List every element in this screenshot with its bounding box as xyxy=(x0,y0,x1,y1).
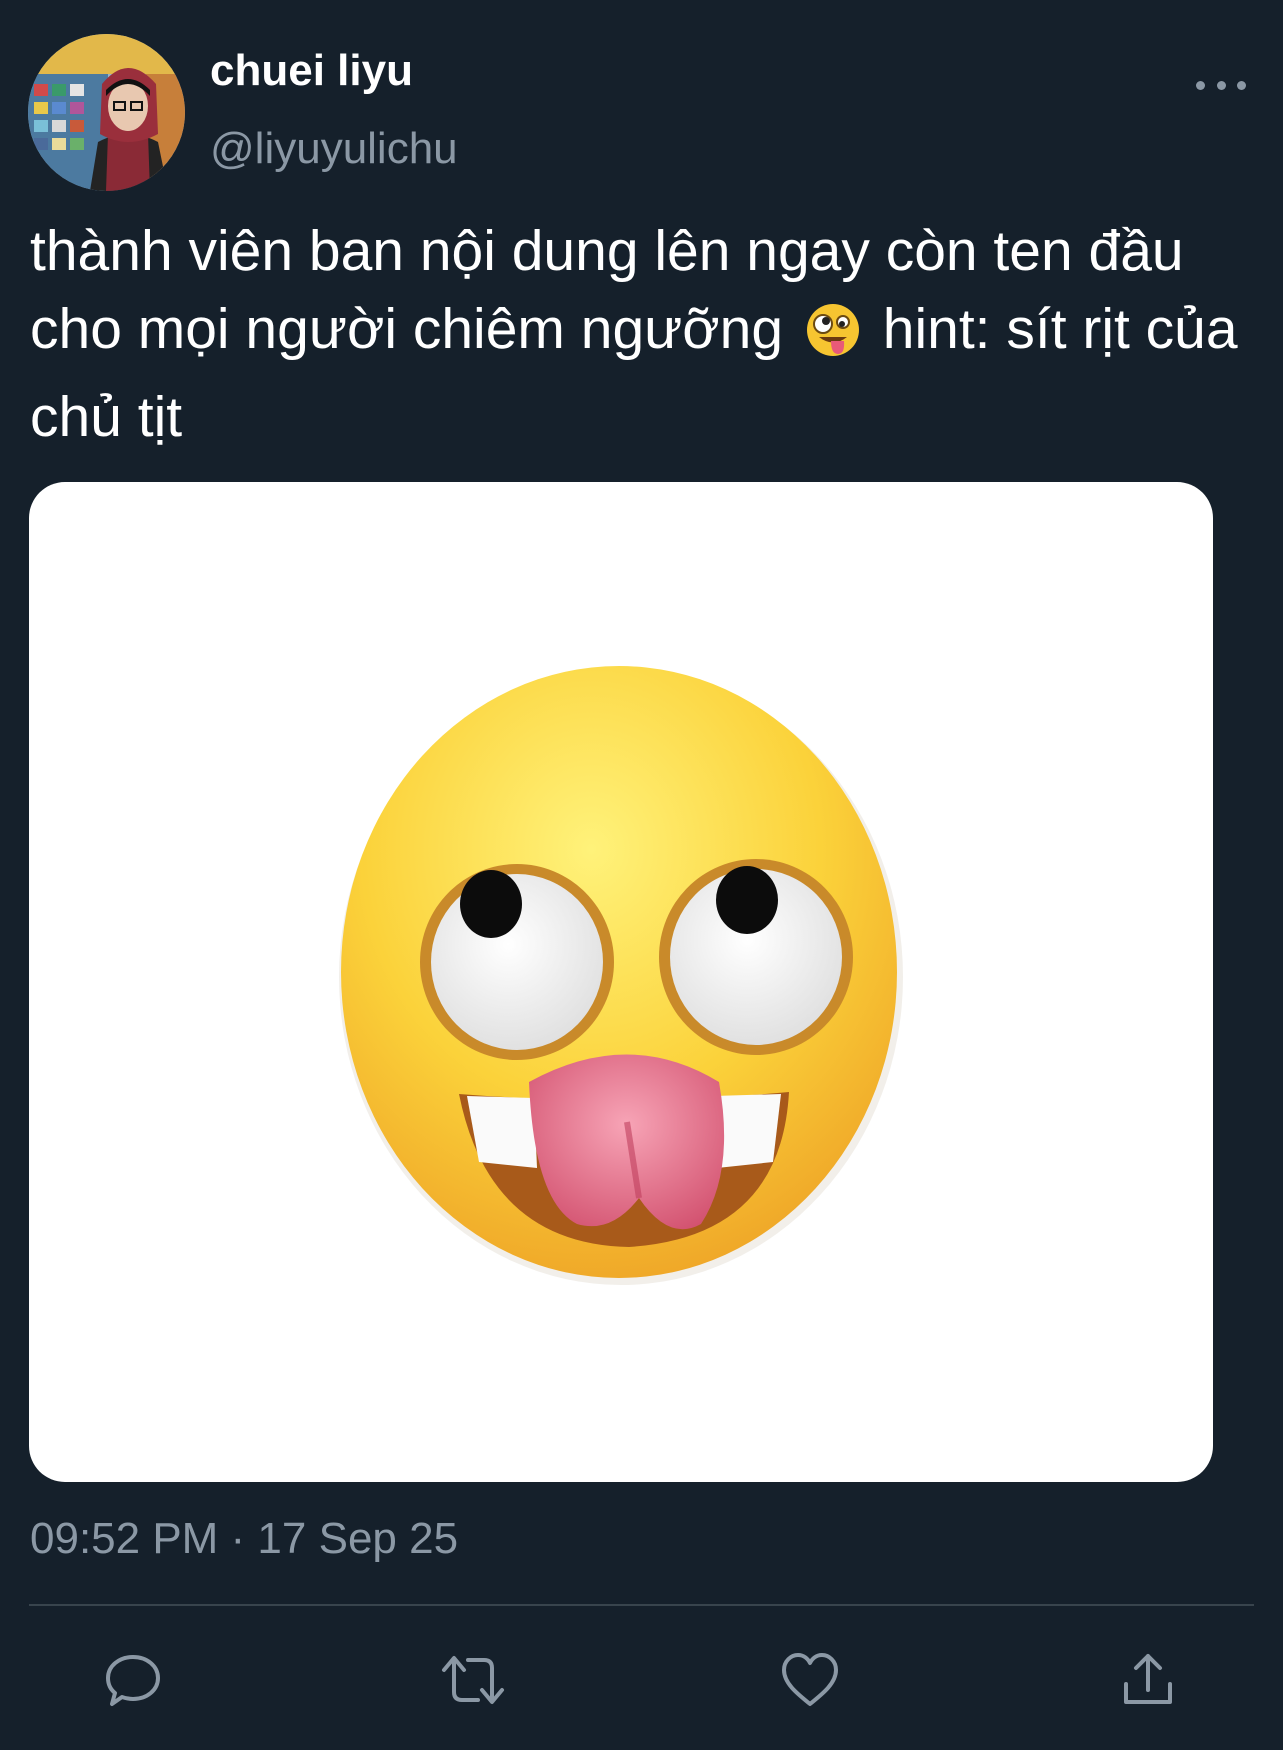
tweet-media-image[interactable] xyxy=(29,482,1213,1482)
more-dot xyxy=(1216,80,1226,90)
heart-icon xyxy=(782,1653,838,1706)
more-options-icon[interactable] xyxy=(1196,70,1246,100)
zany-face-emoji-image xyxy=(339,666,903,1285)
tweet-timestamp: 09:52 PM · 17 Sep 25 xyxy=(30,1514,459,1563)
author-handle[interactable]: @liyuyulichu xyxy=(210,124,458,174)
retweet-button[interactable] xyxy=(433,1640,513,1720)
share-button[interactable] xyxy=(1108,1640,1188,1720)
like-button[interactable] xyxy=(770,1640,850,1720)
author-avatar[interactable] xyxy=(28,34,185,191)
tweet: chuei liyu @liyuyulichu thành viên ban n… xyxy=(0,0,1283,1750)
reply-icon xyxy=(106,1655,160,1706)
avatar-photo xyxy=(28,34,185,191)
share-icon xyxy=(1124,1654,1172,1704)
more-dot xyxy=(1237,80,1246,90)
retweet-icon xyxy=(442,1656,504,1704)
author-display-name[interactable]: chuei liyu xyxy=(210,46,413,96)
zany-face-emoji-icon xyxy=(805,300,861,378)
divider xyxy=(29,1604,1254,1606)
tweet-text: thành viên ban nội dung lên ngay còn ten… xyxy=(30,212,1260,456)
reply-button[interactable] xyxy=(93,1640,173,1720)
more-dot xyxy=(1196,80,1205,90)
